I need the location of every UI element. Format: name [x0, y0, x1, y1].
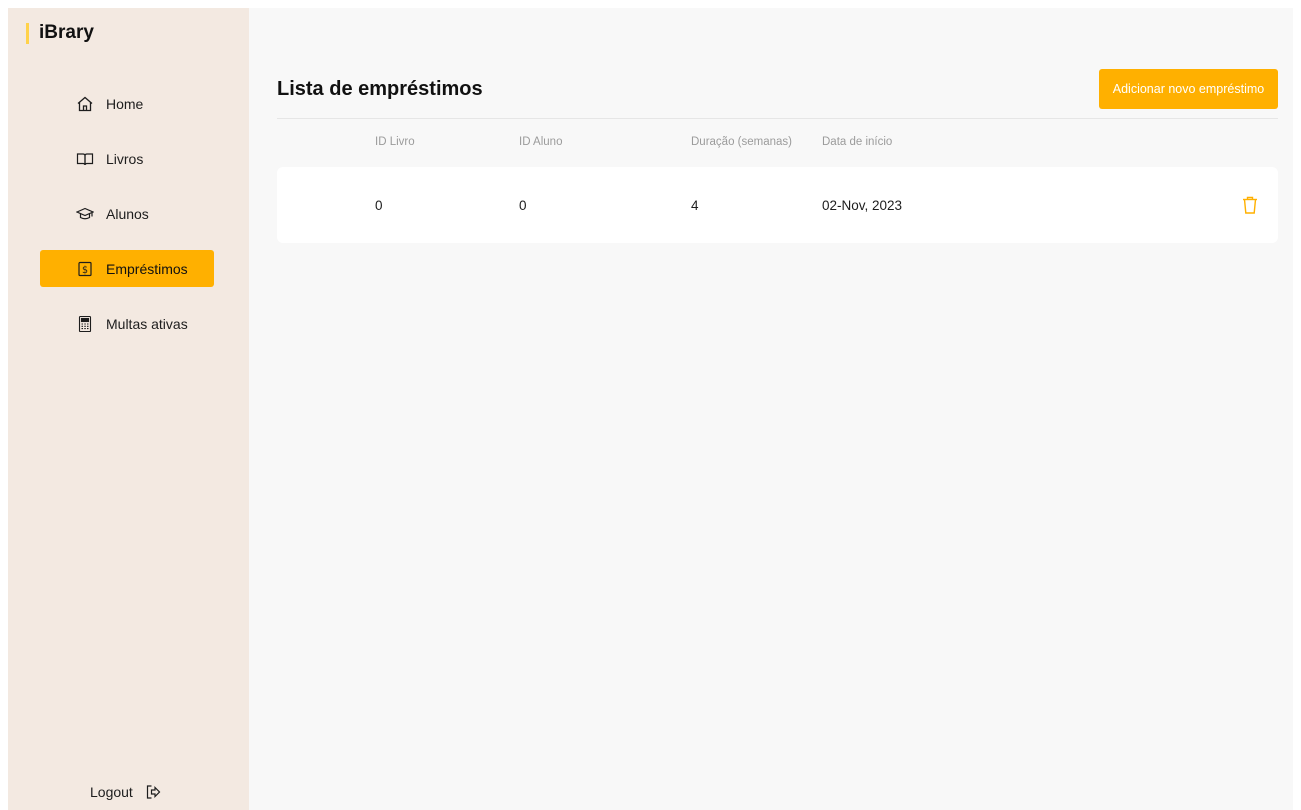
logout-label: Logout: [90, 784, 133, 800]
cell-id-aluno: 0: [519, 198, 527, 213]
add-loan-button[interactable]: Adicionar novo empréstimo: [1099, 69, 1278, 109]
cell-id-livro: 0: [375, 198, 383, 213]
calculator-icon: [76, 315, 94, 333]
home-icon: [76, 95, 94, 113]
sidebar-item-label: Livros: [106, 150, 144, 167]
column-header-data-inicio: Data de início: [822, 136, 893, 148]
table-row: 0 0 4 02-Nov, 2023: [277, 167, 1278, 243]
logout-icon: [145, 784, 161, 800]
sidebar-item-label: Alunos: [106, 205, 149, 222]
sidebar-item-livros[interactable]: Livros: [40, 140, 214, 177]
sidebar-item-label: Home: [106, 95, 144, 112]
logout-button[interactable]: Logout: [90, 784, 161, 800]
brand-accent-bar: [26, 22, 29, 44]
book-icon: [76, 150, 94, 168]
page-title: Lista de empréstimos: [277, 78, 483, 100]
main-content: Lista de empréstimos Adicionar novo empr…: [249, 8, 1293, 810]
sidebar-item-label: Empréstimos: [106, 260, 188, 277]
column-header-id-aluno: ID Aluno: [519, 136, 563, 148]
sidebar-item-label: Multas ativas: [106, 315, 188, 332]
sidebar-item-multas-ativas[interactable]: Multas ativas: [40, 305, 214, 342]
sidebar-item-home[interactable]: Home: [40, 85, 214, 122]
sidebar-item-emprestimos[interactable]: $ Empréstimos: [40, 250, 214, 287]
column-header-id-livro: ID Livro: [375, 136, 415, 148]
brand-logo: iBrary: [26, 22, 94, 44]
cell-data-inicio: 02-Nov, 2023: [822, 198, 903, 213]
table-header: ID Livro ID Aluno Duração (semanas) Data…: [277, 136, 1278, 156]
cell-duracao: 4: [691, 198, 699, 213]
dollar-square-icon: $: [76, 260, 94, 278]
sidebar-nav: Home Livros Alunos $ Empréstimos Multas …: [40, 85, 214, 360]
column-header-duracao: Duração (semanas): [691, 136, 792, 148]
graduation-cap-icon: [76, 205, 94, 223]
app-window: iBrary Home Livros Alunos $ Empréstimos …: [8, 8, 1293, 810]
sidebar: iBrary Home Livros Alunos $ Empréstimos …: [8, 8, 249, 810]
sidebar-item-alunos[interactable]: Alunos: [40, 195, 214, 232]
header-divider: [277, 118, 1278, 119]
svg-text:$: $: [82, 264, 88, 275]
trash-icon[interactable]: [1241, 195, 1259, 215]
brand-name: iBrary: [39, 22, 94, 43]
